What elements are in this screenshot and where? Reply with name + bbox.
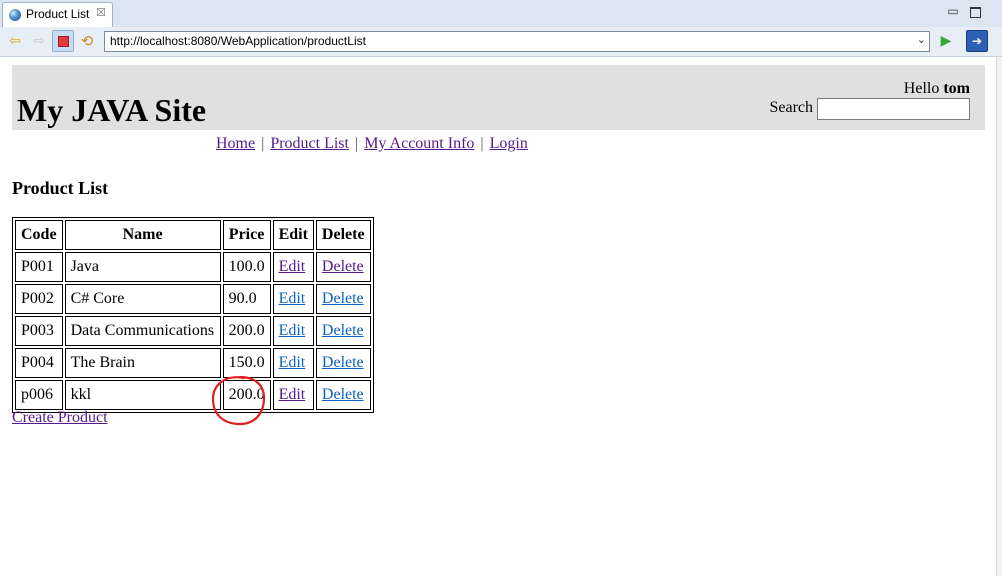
table-row: P001 Java 100.0 Edit Delete	[15, 252, 371, 282]
cell-edit: Edit	[272, 252, 314, 282]
tab-bar: Product List ☒ ▭	[0, 0, 1002, 27]
site-header: My JAVA Site Hello tom Search	[12, 65, 985, 130]
cell-delete: Delete	[315, 348, 371, 378]
cell-delete: Delete	[315, 316, 371, 346]
chevron-down-icon[interactable]: ⌄	[917, 33, 926, 46]
nav-login[interactable]: Login	[490, 135, 528, 152]
table-row: P003 Data Communications 200.0 Edit Dele…	[15, 316, 371, 346]
cell-code: p006	[15, 380, 63, 410]
tab-title: Product List	[26, 7, 90, 21]
username: tom	[943, 80, 970, 97]
edit-link[interactable]: Edit	[279, 322, 306, 339]
search-label: Search	[769, 99, 813, 116]
stop-icon[interactable]	[52, 30, 74, 52]
cell-price: 100.0	[222, 252, 271, 282]
cell-edit: Edit	[272, 380, 314, 410]
nav-separator: |	[480, 135, 484, 152]
scrollbar[interactable]	[996, 57, 1002, 576]
create-product-link[interactable]: Create Product	[12, 409, 108, 427]
close-tab-icon[interactable]: ☒	[96, 6, 106, 19]
cell-code: P003	[15, 316, 63, 346]
edit-link[interactable]: Edit	[279, 258, 306, 275]
delete-link[interactable]: Delete	[322, 290, 364, 307]
product-table: Code Name Price Edit Delete P001 Java 10…	[12, 217, 374, 413]
user-greeting: Hello tom	[904, 80, 970, 98]
maximize-icon[interactable]	[966, 3, 984, 21]
cell-price: 150.0	[222, 348, 271, 378]
page-content: My JAVA Site Hello tom Search Home | Pro…	[0, 57, 996, 576]
nav-separator: |	[354, 135, 359, 152]
cell-delete: Delete	[315, 284, 371, 314]
cell-name: The Brain	[64, 348, 221, 378]
header-name: Name	[64, 220, 221, 250]
site-title: My JAVA Site	[17, 92, 207, 128]
page-title: Product List	[12, 178, 109, 198]
edit-link[interactable]: Edit	[279, 290, 306, 307]
header-edit: Edit	[272, 220, 314, 250]
minimize-icon[interactable]: ▭	[944, 3, 962, 21]
cell-edit: Edit	[272, 316, 314, 346]
table-row: P004 The Brain 150.0 Edit Delete	[15, 348, 371, 378]
cell-price: 200.0	[222, 316, 271, 346]
table-header-row: Code Name Price Edit Delete	[15, 220, 371, 250]
table-row: P002 C# Core 90.0 Edit Delete	[15, 284, 371, 314]
cell-delete: Delete	[315, 252, 371, 282]
edit-link[interactable]: Edit	[279, 354, 306, 371]
table-row: p006 kkl 200.0 Edit Delete	[15, 380, 371, 410]
forward-arrow-icon[interactable]: ⇨	[30, 32, 48, 50]
site-nav: Home | Product List | My Account Info | …	[216, 135, 528, 153]
greeting-prefix: Hello	[903, 80, 940, 97]
cell-name: Java	[64, 252, 221, 282]
nav-account-info[interactable]: My Account Info	[364, 135, 474, 152]
edit-link[interactable]: Edit	[279, 386, 306, 403]
url-field[interactable]: http://localhost:8080/WebApplication/pro…	[104, 31, 930, 52]
delete-link[interactable]: Delete	[322, 354, 364, 371]
nav-product-list[interactable]: Product List	[270, 135, 349, 152]
cell-name: C# Core	[64, 284, 221, 314]
cell-name: Data Communications	[64, 316, 221, 346]
back-arrow-icon[interactable]: ⇦	[6, 32, 24, 50]
header-delete: Delete	[315, 220, 371, 250]
browser-toolbar: ⇦ ⇨ ⟲ http://localhost:8080/WebApplicati…	[0, 27, 1002, 57]
nav-home[interactable]: Home	[216, 135, 255, 152]
delete-link[interactable]: Delete	[322, 386, 364, 403]
open-external-icon[interactable]: ➔	[966, 30, 988, 52]
cell-edit: Edit	[272, 284, 314, 314]
cell-name: kkl	[64, 380, 221, 410]
delete-link[interactable]: Delete	[322, 322, 364, 339]
url-text: http://localhost:8080/WebApplication/pro…	[110, 34, 366, 48]
search-input[interactable]	[817, 98, 970, 120]
delete-link[interactable]: Delete	[322, 258, 364, 275]
tab-product-list[interactable]: Product List ☒	[2, 2, 113, 27]
cell-edit: Edit	[272, 348, 314, 378]
cell-delete: Delete	[315, 380, 371, 410]
refresh-icon[interactable]: ⟲	[78, 32, 96, 50]
go-icon[interactable]: ▶	[937, 32, 955, 50]
cell-code: P004	[15, 348, 63, 378]
header-code: Code	[15, 220, 63, 250]
header-price: Price	[222, 220, 271, 250]
cell-price: 200.0	[222, 380, 271, 410]
globe-icon	[9, 9, 21, 21]
nav-separator: |	[261, 135, 265, 152]
cell-code: P002	[15, 284, 63, 314]
cell-price: 90.0	[222, 284, 271, 314]
cell-code: P001	[15, 252, 63, 282]
